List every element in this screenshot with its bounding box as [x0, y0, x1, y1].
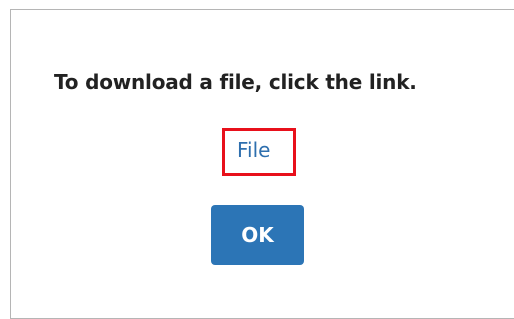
file-link[interactable]: File — [237, 138, 270, 162]
ok-button[interactable]: OK — [211, 205, 304, 265]
download-dialog — [10, 9, 514, 319]
